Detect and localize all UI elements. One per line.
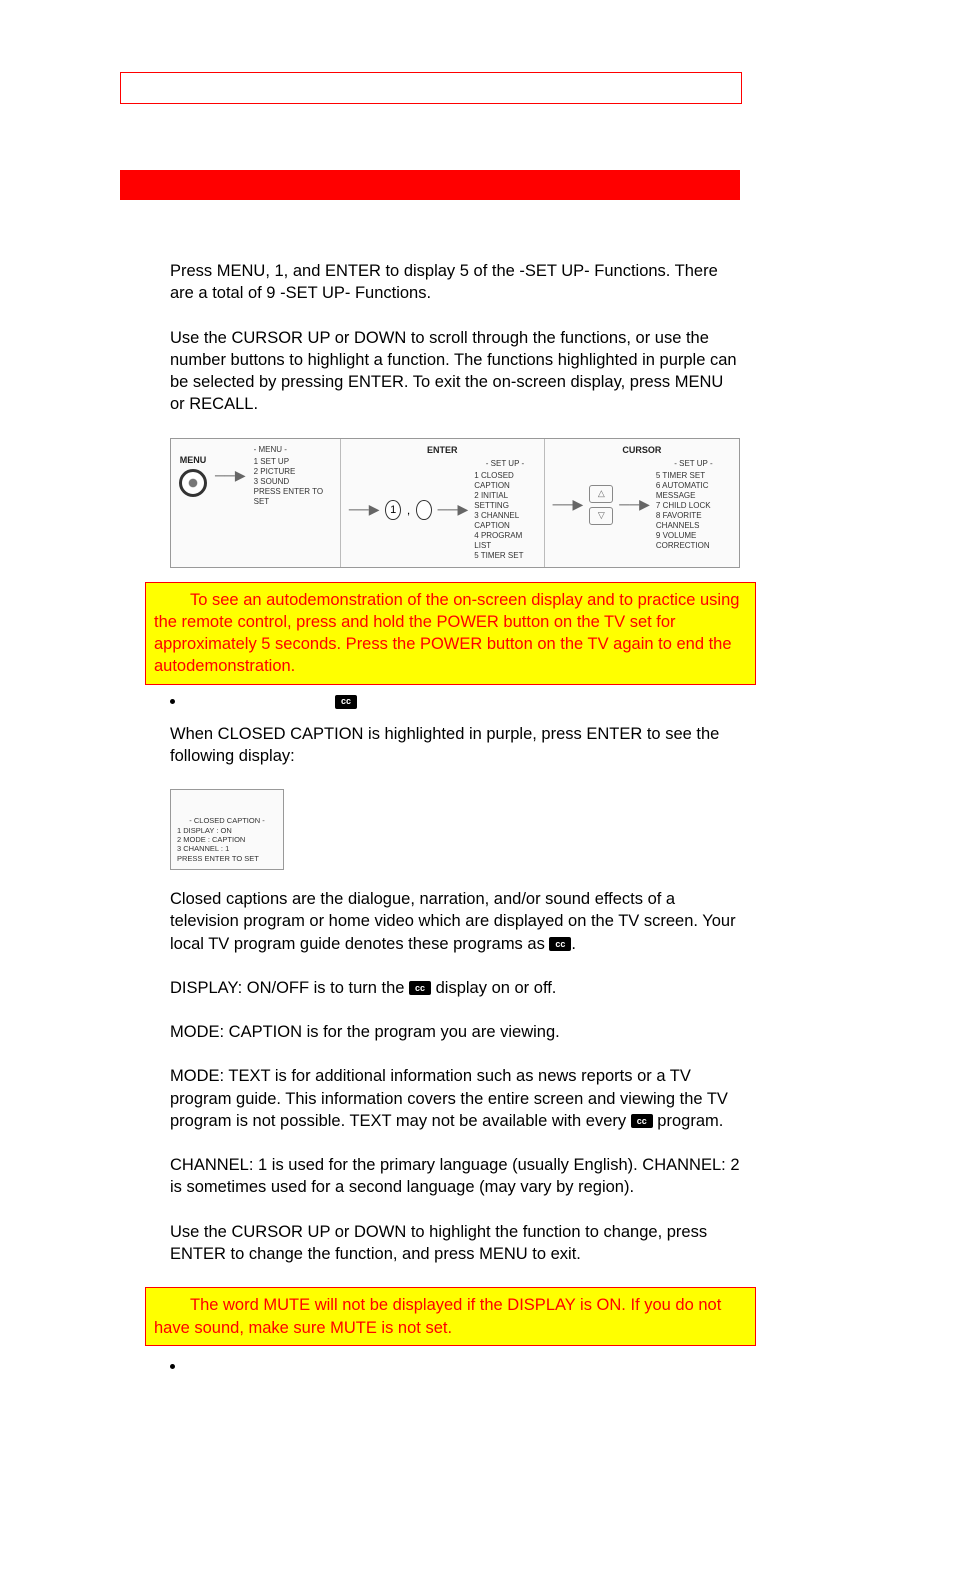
closed-caption-icon [631,1114,653,1128]
closed-caption-icon [335,695,357,709]
cc-mode-caption: MODE: CAPTION is for the program you are… [170,1021,740,1043]
arrow-icon: ──▶ [553,496,584,513]
cc-mode-text: MODE: TEXT is for additional information… [170,1065,740,1132]
cursor-label: CURSOR [553,445,731,455]
arrow-icon: ──▶ [619,496,650,513]
number-1-button-icon: 1 [385,500,400,520]
cursor-down-icon: ▽ [589,507,613,525]
menu-label: MENU [180,455,207,465]
note-autodemo: To see an autodemonstration of the on-sc… [145,582,756,685]
closed-caption-icon [549,937,571,951]
cc-instructions: Use the CURSOR UP or DOWN to highlight t… [170,1221,740,1266]
menu-screen: - MENU - 1 SET UP 2 PICTURE 3 SOUND PRES… [254,445,332,507]
bullet-icon [170,699,175,704]
note-mute: The word MUTE will not be displayed if t… [145,1287,756,1346]
cc-channel: CHANNEL: 1 is used for the primary langu… [170,1154,740,1199]
header-red-bar [120,170,740,200]
closed-caption-screen: - CLOSED CAPTION - 1 DISPLAY : ON 2 MODE… [170,789,284,870]
setup-screen-1: - SET UP - 1 CLOSED CAPTION 2 INITIAL SE… [474,459,535,561]
page: Press MENU, 1, and ENTER to display 5 of… [0,0,954,1572]
arrow-icon: ──▶ [349,501,380,518]
intro-paragraph-2: Use the CURSOR UP or DOWN to scroll thro… [170,327,740,416]
enter-label: ENTER [349,445,536,455]
cursor-up-icon: △ [589,485,613,503]
comma: , [407,503,410,517]
bullet-icon [170,1364,175,1369]
intro-paragraph-1: Press MENU, 1, and ENTER to display 5 of… [170,260,740,305]
menu-button-icon [179,469,207,497]
cc-display: DISPLAY: ON/OFF is to turn the display o… [170,977,740,999]
header-outline-box [120,72,742,104]
cc-intro: When CLOSED CAPTION is highlighted in pu… [170,723,740,768]
content: Press MENU, 1, and ENTER to display 5 of… [170,260,740,1369]
closed-caption-icon [409,981,431,995]
setup-screen-2: - SET UP - 5 TIMER SET 6 AUTOMATIC MESSA… [656,459,731,551]
arrow-icon: ──▶ [215,467,246,484]
arrow-icon: ──▶ [438,501,469,518]
cc-description: Closed captions are the dialogue, narrat… [170,888,740,955]
closed-caption-heading [170,695,740,709]
enter-button-icon [416,500,431,520]
setup-flow-diagram: MENU ──▶ - MENU - 1 SET UP 2 PICTURE 3 S… [170,438,740,568]
